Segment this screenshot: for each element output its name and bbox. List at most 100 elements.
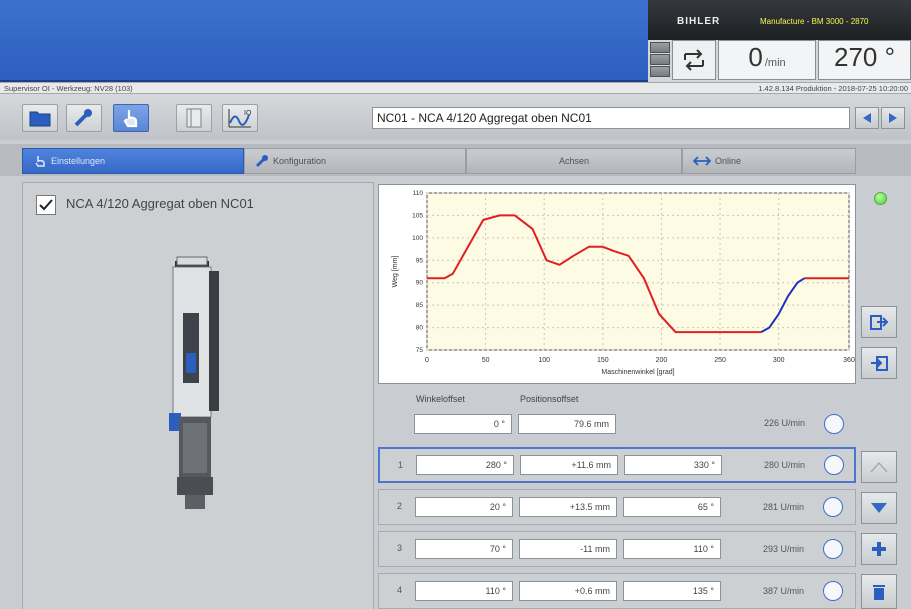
sync-button[interactable] xyxy=(672,40,716,80)
book-icon xyxy=(186,108,202,128)
position-offset-input[interactable]: 79.6 mm xyxy=(518,414,616,434)
sync-arrows-icon xyxy=(684,49,704,71)
table-row[interactable]: 4 110 ° +0.6 mm 135 ° 387 U/min xyxy=(378,573,856,609)
tool-title-field[interactable]: NC01 - NCA 4/120 Aggregat oben NC01 xyxy=(372,107,850,129)
y-tick-label: 90 xyxy=(416,280,424,287)
status-bar: Supervisor OI - Werkzeug: NV28 (103) 1.4… xyxy=(0,82,911,94)
tab-label: Konfiguration xyxy=(273,156,327,166)
next-button[interactable] xyxy=(881,107,905,129)
status-led xyxy=(874,192,887,205)
add-row-button[interactable] xyxy=(861,533,897,565)
row-end-input[interactable]: 65 ° xyxy=(623,497,721,517)
book-button[interactable] xyxy=(176,104,212,132)
x-tick-label: 300 xyxy=(773,357,785,364)
row-position-input[interactable]: +11.6 mm xyxy=(520,455,618,475)
speed-value: 0 xyxy=(748,42,763,72)
y-tick-label: 95 xyxy=(416,257,424,264)
speed-gauge-icon[interactable] xyxy=(823,497,843,517)
y-tick-label: 80 xyxy=(416,325,424,332)
row-number: 3 xyxy=(397,543,403,553)
chart-curve-icon: IO xyxy=(228,109,252,128)
export-icon xyxy=(870,315,889,330)
y-tick-label: 75 xyxy=(416,347,424,354)
brand-logo: BIHLER xyxy=(677,16,721,27)
checkmark-icon xyxy=(39,199,53,211)
y-axis-label: Weg [mm] xyxy=(392,256,399,288)
tool-name: NCA 4/120 Aggregat oben NC01 xyxy=(66,196,254,211)
row-number: 4 xyxy=(397,585,403,595)
chart-button[interactable]: IO xyxy=(222,104,258,132)
row-number: 1 xyxy=(398,460,404,470)
tab-achsen[interactable]: Achsen xyxy=(466,148,682,174)
folder-button[interactable] xyxy=(22,104,58,132)
y-tick-label: 100 xyxy=(412,235,423,242)
mini-button-1[interactable] xyxy=(650,42,670,53)
mini-button-3[interactable] xyxy=(650,66,670,77)
row-end-input[interactable]: 135 ° xyxy=(623,581,721,601)
table-row[interactable]: 1 280 ° +11.6 mm 330 ° 280 U/min xyxy=(378,447,856,483)
arrow-left-icon xyxy=(863,113,871,123)
trash-icon xyxy=(873,584,885,600)
hand-button[interactable] xyxy=(113,104,149,132)
row-angle-input[interactable]: 20 ° xyxy=(415,497,513,517)
x-tick-label: 250 xyxy=(714,357,726,364)
row-speed: 387 U/min xyxy=(763,586,805,596)
table-row[interactable]: 3 70 ° -11 mm 110 ° 293 U/min xyxy=(378,531,856,567)
header-banner xyxy=(0,0,648,82)
triangle-up-icon xyxy=(870,461,888,473)
row-position-input[interactable]: +13.5 mm xyxy=(519,497,617,517)
speed-gauge-icon[interactable] xyxy=(823,539,843,559)
x-tick-label: 0 xyxy=(425,357,429,364)
table-row[interactable]: 2 20 ° +13.5 mm 65 ° 281 U/min xyxy=(378,489,856,525)
tab-konfiguration[interactable]: Konfiguration xyxy=(244,148,466,174)
tab-einstellungen[interactable]: Einstellungen xyxy=(22,148,244,174)
speed-gauge-icon[interactable] xyxy=(824,455,844,475)
speed-display: 0 /min xyxy=(718,40,816,80)
plus-icon xyxy=(872,542,886,556)
row-speed: 280 U/min xyxy=(764,460,806,470)
position-offset-header: Positionsoffset xyxy=(520,394,579,404)
row-position-input[interactable]: +0.6 mm xyxy=(519,581,617,601)
svg-text:IO: IO xyxy=(244,110,252,117)
mini-button-2[interactable] xyxy=(650,54,670,65)
angle-offset-header: Winkeloffset xyxy=(416,394,465,404)
triangle-down-icon xyxy=(871,503,887,513)
wrench-button[interactable] xyxy=(66,104,102,132)
delete-row-button[interactable] xyxy=(861,574,897,609)
row-angle-input[interactable]: 110 ° xyxy=(415,581,513,601)
row-angle-input[interactable]: 280 ° xyxy=(416,455,514,475)
row-end-input[interactable]: 110 ° xyxy=(623,539,721,559)
row-position-input[interactable]: -11 mm xyxy=(519,539,617,559)
export-button[interactable] xyxy=(861,306,897,338)
y-tick-label: 105 xyxy=(412,212,423,219)
plot-area xyxy=(426,192,850,351)
tool-enabled-checkbox[interactable] xyxy=(36,195,56,215)
row-end-input[interactable]: 330 ° xyxy=(624,455,722,475)
tab-bar: Einstellungen Konfiguration Achsen Onlin… xyxy=(0,144,911,176)
speed-gauge-icon[interactable] xyxy=(824,414,844,434)
x-tick-label: 50 xyxy=(482,357,490,364)
x-tick-label: 150 xyxy=(597,357,609,364)
y-tick-label: 110 xyxy=(413,190,424,197)
angle-offset-input[interactable]: 0 ° xyxy=(414,414,512,434)
move-down-button[interactable] xyxy=(861,492,897,524)
offset-speed: 226 U/min xyxy=(764,418,806,428)
motion-chart: 0 50 100 150 200 250 300 360 75 80 85 90 95 100 105 110… xyxy=(378,184,856,384)
row-angle-input[interactable]: 70 ° xyxy=(415,539,513,559)
hand-pointer-icon xyxy=(123,110,138,128)
x-axis-label: Maschinenwinkel [grad] xyxy=(601,369,674,376)
import-button[interactable] xyxy=(861,347,897,379)
row-speed: 293 U/min xyxy=(763,544,805,554)
prev-button[interactable] xyxy=(855,107,879,129)
speed-gauge-icon[interactable] xyxy=(823,581,843,601)
wrench-icon xyxy=(255,155,268,168)
tab-online[interactable]: Online xyxy=(682,148,856,174)
tool-panel xyxy=(22,182,374,609)
x-tick-label: 200 xyxy=(656,357,668,364)
angle-display: 270 ° xyxy=(818,40,911,80)
x-tick-label: 360 xyxy=(843,357,855,364)
row-speed: 281 U/min xyxy=(763,502,805,512)
move-up-button[interactable] xyxy=(861,451,897,483)
double-arrow-icon xyxy=(693,156,711,166)
folder-icon xyxy=(29,111,51,127)
